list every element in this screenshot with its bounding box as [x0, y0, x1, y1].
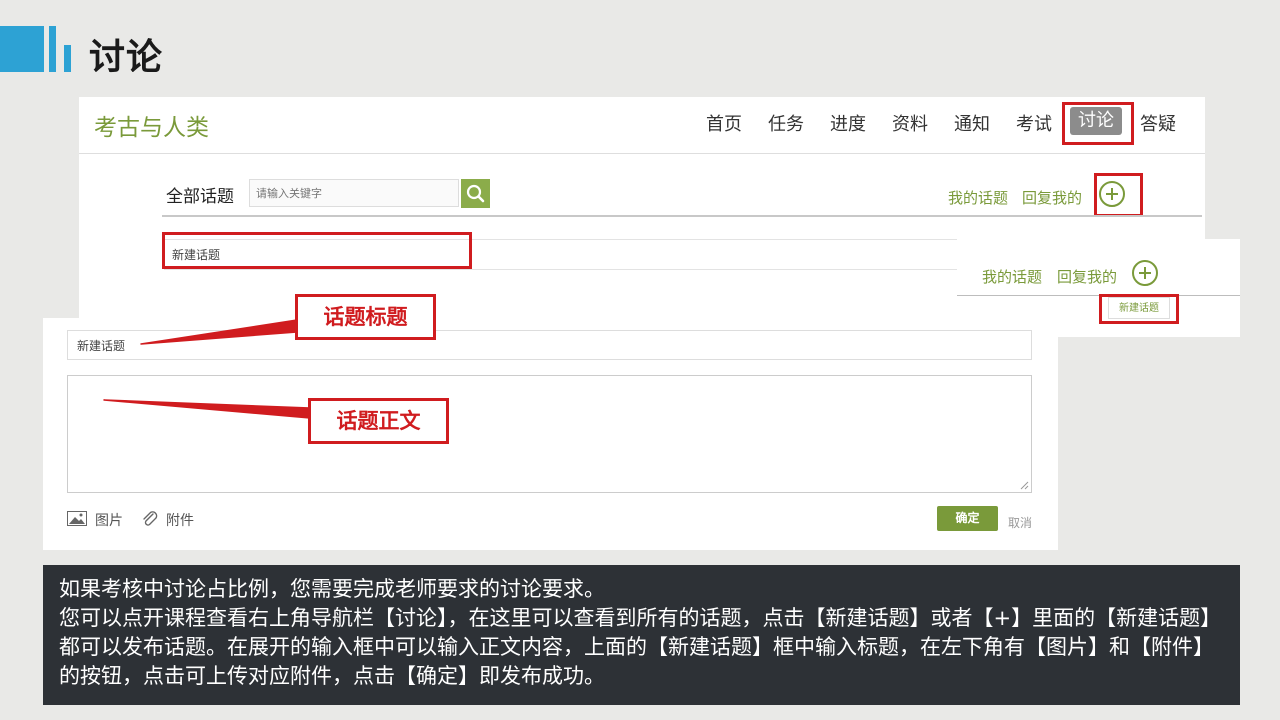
callout-topic-body: 话题正文: [308, 398, 449, 444]
callout-topic-title: 话题标题: [295, 294, 436, 340]
instruction-line: 如果考核中讨论占比例，您需要完成老师要求的讨论要求。: [59, 577, 605, 601]
instruction-box: 如果考核中讨论占比例，您需要完成老师要求的讨论要求。 您可以点开课程查看右上角导…: [43, 565, 1240, 705]
instruction-line: 您可以点开课程查看右上角导航栏【讨论】，在这里可以查看到所有的话题，点击【新建话…: [59, 606, 1222, 688]
